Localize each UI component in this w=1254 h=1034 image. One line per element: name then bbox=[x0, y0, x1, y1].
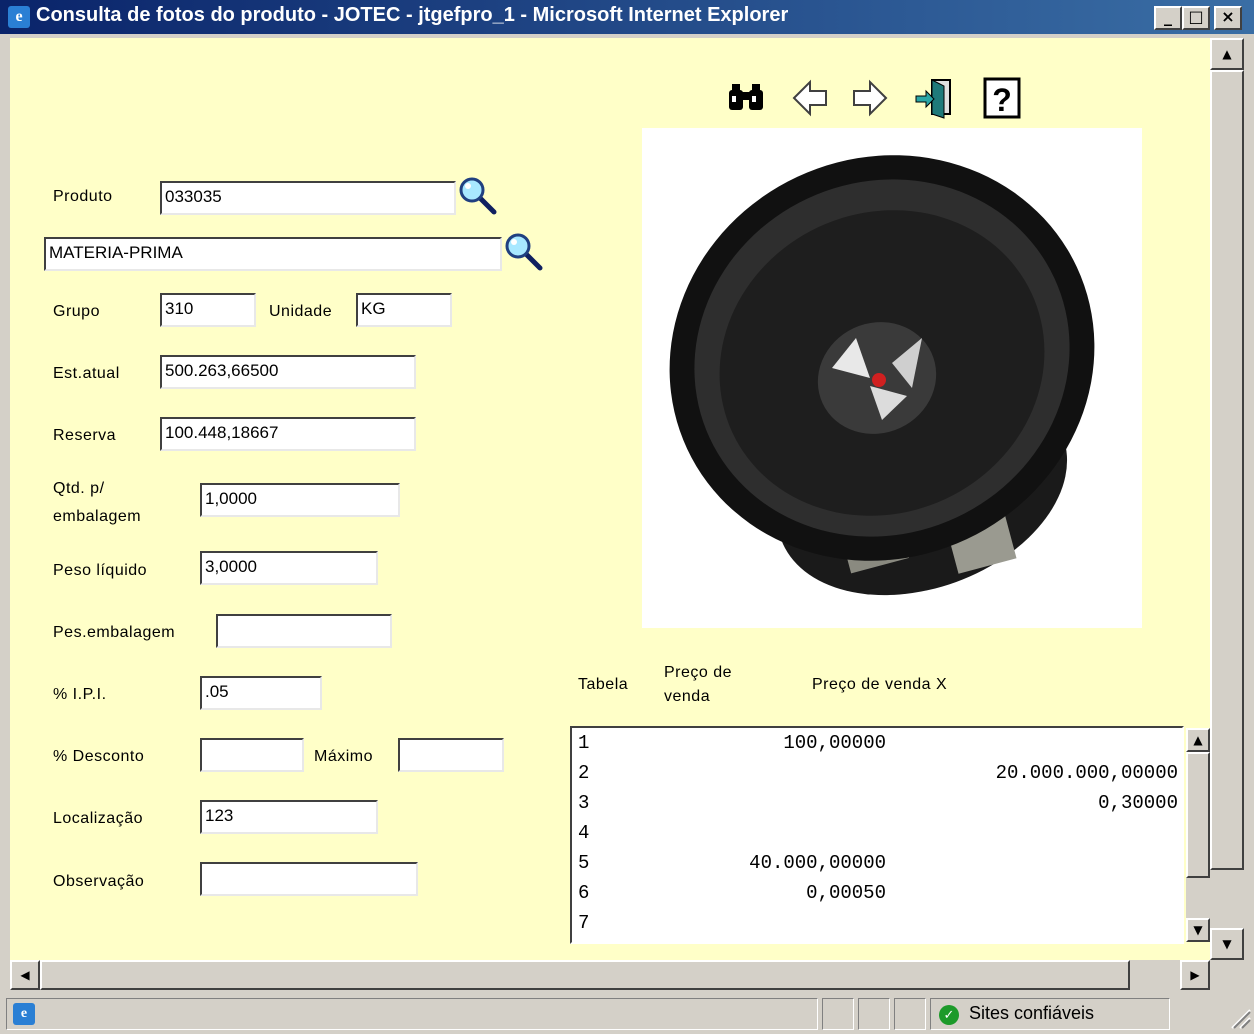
observacao-label: Observação bbox=[53, 873, 145, 890]
row-index: 3 bbox=[578, 792, 590, 814]
preco-venda-cell: 40.000,00000 bbox=[749, 852, 886, 874]
est-atual-label: Est.atual bbox=[53, 365, 120, 382]
grupo-field[interactable]: 310 bbox=[160, 293, 256, 327]
ipi-field[interactable]: .05 bbox=[200, 676, 322, 710]
peso-liquido-label: Peso líquido bbox=[53, 562, 148, 579]
help-glyph: ? bbox=[992, 82, 1012, 118]
price-row[interactable]: 3 0,30000 bbox=[578, 788, 1178, 818]
preco-venda-header-line1: Preço de bbox=[664, 664, 733, 681]
localizacao-label: Localização bbox=[53, 810, 143, 827]
price-row[interactable]: 4 bbox=[578, 818, 1178, 848]
check-icon: ✓ bbox=[939, 1005, 959, 1025]
price-row[interactable]: 7 bbox=[578, 908, 1178, 938]
status-panel bbox=[858, 998, 890, 1030]
qtd-embalagem-field[interactable]: 1,0000 bbox=[200, 483, 400, 517]
ipi-label: % I.P.I. bbox=[53, 686, 107, 703]
preco-venda-cell: 0,00050 bbox=[806, 882, 886, 904]
reserva-field[interactable]: 100.448,18667 bbox=[160, 417, 416, 451]
product-photo bbox=[642, 128, 1142, 628]
reserva-label: Reserva bbox=[53, 427, 117, 444]
security-zone-panel: ✓ Sites confiáveis bbox=[930, 998, 1170, 1030]
exit-door-icon[interactable] bbox=[914, 76, 954, 120]
qtd-label-line1: Qtd. p/ bbox=[53, 480, 105, 497]
desconto-field[interactable] bbox=[200, 738, 304, 772]
close-button[interactable]: × bbox=[1214, 6, 1242, 30]
forward-arrow-icon[interactable] bbox=[850, 76, 890, 120]
produto-label: Produto bbox=[53, 188, 113, 205]
window-vertical-scrollbar[interactable]: ▲ ▼ bbox=[1210, 38, 1244, 960]
desconto-label: % Desconto bbox=[53, 748, 145, 765]
status-panel bbox=[822, 998, 854, 1030]
price-row[interactable]: 2 20.000.000,00000 bbox=[578, 758, 1178, 788]
scroll-left-button[interactable]: ◀ bbox=[10, 960, 40, 990]
scroll-thumb[interactable] bbox=[1186, 752, 1210, 878]
row-index: 7 bbox=[578, 912, 590, 934]
row-index: 2 bbox=[578, 762, 590, 784]
row-index: 5 bbox=[578, 852, 590, 874]
maximize-button[interactable]: □ bbox=[1182, 6, 1210, 30]
scroll-thumb[interactable] bbox=[40, 960, 1130, 990]
scroll-thumb[interactable] bbox=[1210, 70, 1244, 870]
search-lens-icon[interactable] bbox=[504, 232, 544, 272]
security-zone-label: Sites confiáveis bbox=[969, 1003, 1095, 1023]
resize-grip-icon[interactable] bbox=[1226, 1004, 1252, 1030]
qtd-label-line2: embalagem bbox=[53, 508, 142, 525]
row-index: 1 bbox=[578, 732, 590, 754]
produto-field[interactable]: 033035 bbox=[160, 181, 456, 215]
unidade-field[interactable]: KG bbox=[356, 293, 452, 327]
scroll-right-button[interactable]: ▶ bbox=[1180, 960, 1210, 990]
price-row[interactable]: 5 40.000,00000 bbox=[578, 848, 1178, 878]
grupo-label: Grupo bbox=[53, 303, 100, 320]
preco-venda-header-line2: venda bbox=[664, 688, 711, 705]
page-content: ? Produto 033035 MATERIA-PRIMA Grupo 310 bbox=[10, 38, 1210, 960]
preco-venda-cell: 100,00000 bbox=[783, 732, 886, 754]
observacao-field[interactable] bbox=[200, 862, 418, 896]
speaker-image bbox=[669, 155, 1095, 596]
price-row[interactable]: 6 0,00050 bbox=[578, 878, 1178, 908]
row-index: 6 bbox=[578, 882, 590, 904]
peso-liquido-field[interactable]: 3,0000 bbox=[200, 551, 378, 585]
scroll-down-button[interactable]: ▼ bbox=[1210, 928, 1244, 960]
tabela-column-header: Tabela bbox=[578, 676, 629, 693]
price-row[interactable]: 1 100,00000 bbox=[578, 728, 1178, 758]
back-arrow-icon[interactable] bbox=[790, 76, 830, 120]
maximo-label: Máximo bbox=[314, 748, 374, 765]
minimize-button[interactable]: _ bbox=[1154, 6, 1182, 30]
title-bar[interactable]: e Consulta de fotos do produto - JOTEC -… bbox=[0, 0, 1254, 34]
preco-venda-x-cell: 20.000.000,00000 bbox=[995, 762, 1178, 784]
preco-venda-x-header: Preço de venda X bbox=[812, 676, 948, 693]
status-bar: e ✓ Sites confiáveis bbox=[0, 994, 1254, 1034]
row-index: 4 bbox=[578, 822, 590, 844]
ie-logo-icon: e bbox=[8, 6, 30, 28]
window-horizontal-scrollbar[interactable]: ◀ ▶ bbox=[10, 960, 1210, 990]
window-title: Consulta de fotos do produto - JOTEC - j… bbox=[36, 4, 789, 26]
price-list-scrollbar[interactable]: ▲ ▼ bbox=[1186, 728, 1210, 942]
status-panel bbox=[894, 998, 926, 1030]
unidade-label: Unidade bbox=[269, 303, 333, 320]
localizacao-field[interactable]: 123 bbox=[200, 800, 378, 834]
scroll-up-button[interactable]: ▲ bbox=[1210, 38, 1244, 70]
price-list[interactable]: 1 100,00000 2 20.000.000,00000 3 0,30000… bbox=[570, 726, 1184, 944]
preco-venda-x-cell: 0,30000 bbox=[1098, 792, 1178, 814]
search-lens-icon[interactable] bbox=[458, 176, 498, 216]
binoculars-icon[interactable] bbox=[726, 76, 766, 120]
status-main-panel: e bbox=[6, 998, 818, 1030]
maximo-field[interactable] bbox=[398, 738, 504, 772]
descricao-field[interactable]: MATERIA-PRIMA bbox=[44, 237, 502, 271]
help-icon[interactable]: ? bbox=[982, 76, 1022, 120]
scroll-up-button[interactable]: ▲ bbox=[1186, 728, 1210, 752]
page-icon: e bbox=[13, 1003, 35, 1025]
pes-embalagem-label: Pes.embalagem bbox=[53, 624, 176, 641]
scroll-down-button[interactable]: ▼ bbox=[1186, 918, 1210, 942]
pes-embalagem-field[interactable] bbox=[216, 614, 392, 648]
est-atual-field[interactable]: 500.263,66500 bbox=[160, 355, 416, 389]
